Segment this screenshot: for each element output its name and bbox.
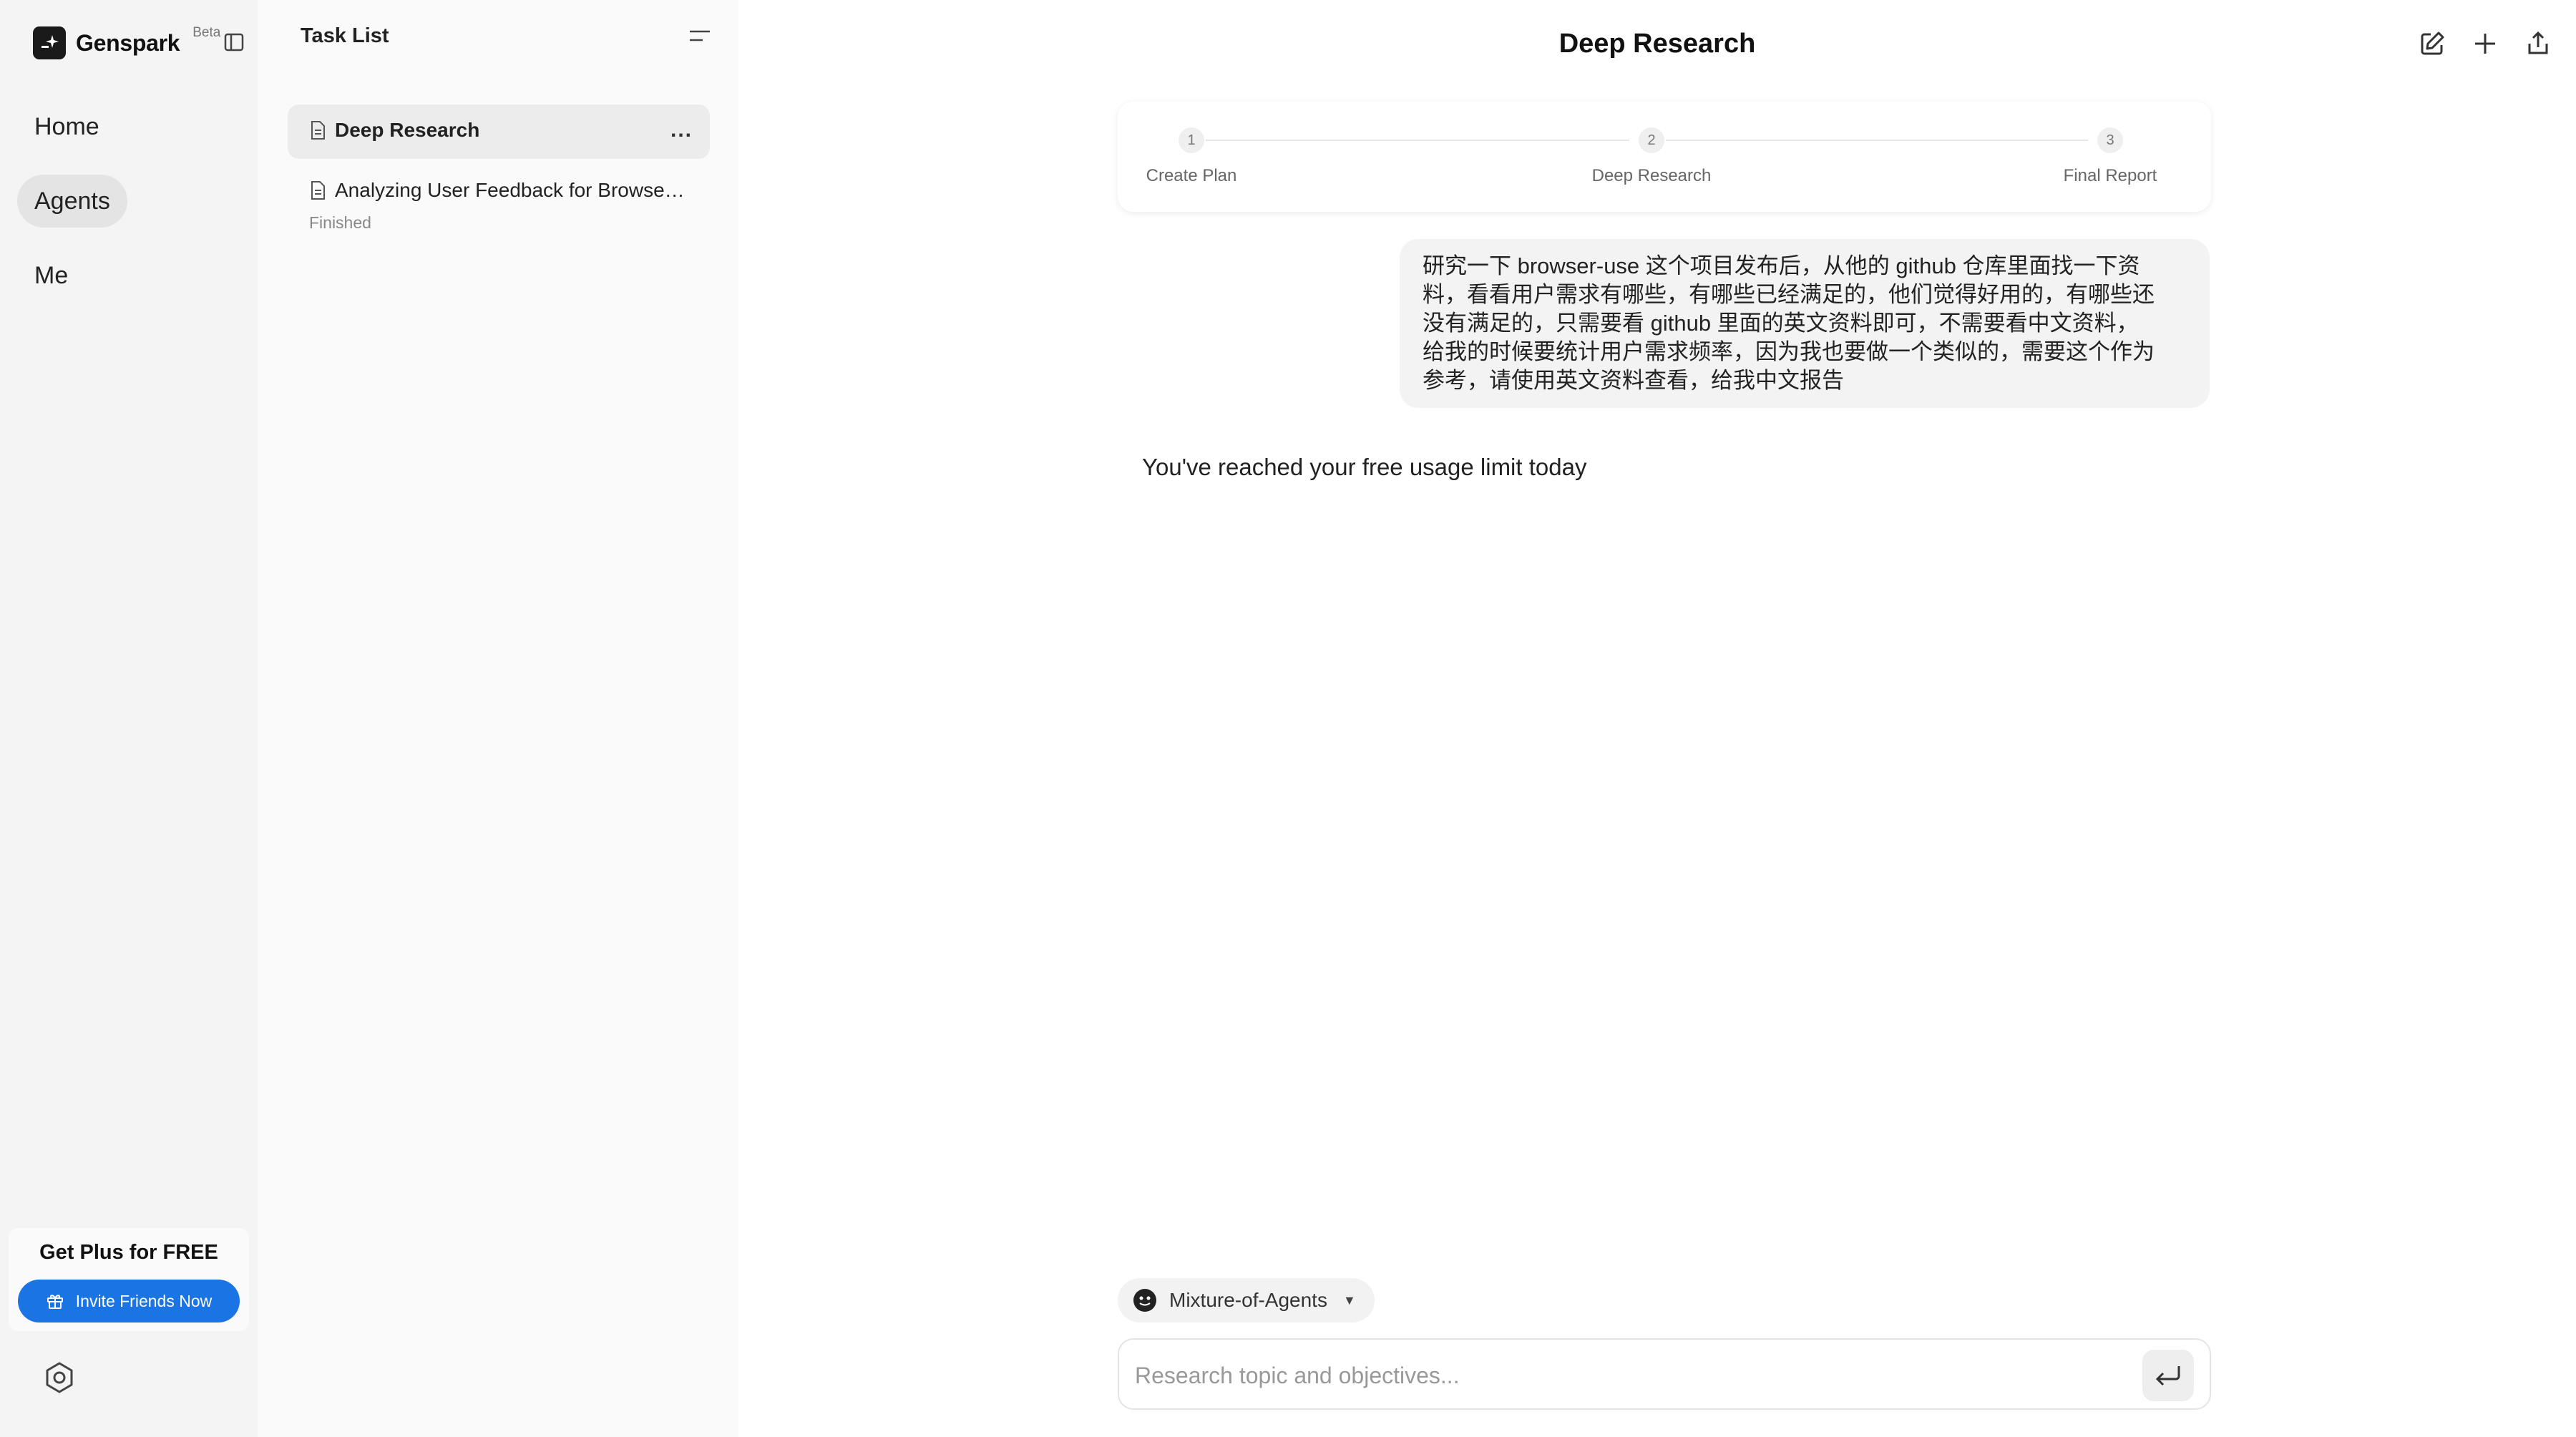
task-title: Deep Research — [335, 119, 480, 141]
document-icon — [311, 181, 325, 200]
promo-card: Get Plus for FREE Invite Friends Now — [9, 1228, 249, 1331]
nav-item-me[interactable]: Me — [17, 249, 85, 302]
step-label: Create Plan — [1146, 166, 1237, 185]
task-item-deep-research[interactable]: Deep Research ... — [288, 104, 710, 159]
model-selector-label: Mixture-of-Agents — [1169, 1289, 1327, 1311]
chevron-down-icon: ▼ — [1342, 1292, 1356, 1307]
invite-friends-button[interactable]: Invite Friends Now — [18, 1280, 240, 1322]
nav-item-home[interactable]: Home — [17, 100, 117, 153]
message-line: 研究一下 browser-use 这个项目发布后，从他的 github 仓库里面… — [1423, 253, 2140, 278]
research-input-box — [1118, 1338, 2211, 1410]
usage-limit-message: You've reached your free usage limit tod… — [1142, 454, 1587, 480]
more-options-icon[interactable]: ... — [670, 120, 693, 141]
top-actions — [2416, 27, 2555, 60]
page-title: Deep Research — [1558, 29, 1756, 59]
step-label: Final Report — [2063, 166, 2157, 185]
nav-item-label: Agents — [34, 187, 110, 215]
left-nav: Genspark Beta Home Agents Me Get Plus fo… — [0, 0, 258, 1437]
step-number: 3 — [2097, 127, 2123, 153]
share-icon[interactable] — [2522, 27, 2555, 60]
step-number: 1 — [1179, 127, 1204, 153]
message-line: 给我的时候要统计用户需求频率，因为我也要做一个类似的，需要这个作为 — [1423, 339, 2155, 364]
step-label: Deep Research — [1591, 166, 1712, 185]
task-list-title: Task List — [301, 24, 389, 47]
task-item-analyzing-feedback[interactable]: Analyzing User Feedback for Browse… Fini… — [288, 169, 710, 240]
plus-icon[interactable] — [2469, 27, 2502, 60]
enter-icon — [2155, 1366, 2180, 1386]
brand-name: Genspark — [76, 29, 180, 56]
step-number: 2 — [1639, 127, 1664, 153]
step-connector — [1206, 140, 1629, 141]
user-message-bubble: 研究一下 browser-use 这个项目发布后，从他的 github 仓库里面… — [1400, 239, 2210, 408]
promo-title: Get Plus for FREE — [39, 1241, 218, 1264]
task-list-panel: Task List Deep Research ... Analyzing Us… — [258, 0, 738, 1437]
send-button[interactable] — [2142, 1350, 2194, 1401]
genspark-logo-icon — [33, 26, 66, 59]
step-connector — [1666, 140, 2088, 141]
research-topic-input[interactable] — [1135, 1358, 2094, 1393]
model-selector[interactable]: Mixture-of-Agents ▼ — [1118, 1278, 1375, 1322]
nav-item-label: Home — [34, 112, 99, 140]
nav-item-agents[interactable]: Agents — [17, 175, 127, 228]
invite-friends-label: Invite Friends Now — [75, 1291, 213, 1310]
task-status: Finished — [309, 213, 371, 232]
message-line: 没有满足的，只需要看 github 里面的英文资料即可，不需要看中文资料， — [1423, 311, 2139, 336]
message-line: 料，看看用户需求有哪些，有哪些已经满足的，他们觉得好用的，有哪些还 — [1423, 282, 2155, 307]
gift-icon — [47, 1295, 63, 1309]
progress-steps: 1 Create Plan 2 Deep Research 3 Final Re… — [1118, 102, 2211, 212]
settings-icon[interactable] — [43, 1361, 76, 1394]
edit-icon[interactable] — [2416, 27, 2449, 60]
agents-face-icon — [1133, 1289, 1156, 1312]
beta-badge: Beta — [192, 25, 221, 40]
message-line: 参考，请使用英文资料查看，给我中文报告 — [1423, 368, 1844, 393]
task-title: Analyzing User Feedback for Browse… — [335, 179, 685, 201]
collapse-lines-icon[interactable] — [687, 27, 713, 46]
nav-item-label: Me — [34, 261, 69, 289]
brand[interactable]: Genspark Beta — [33, 25, 221, 60]
sidebar-toggle-icon[interactable] — [223, 31, 245, 53]
document-icon — [311, 121, 325, 140]
